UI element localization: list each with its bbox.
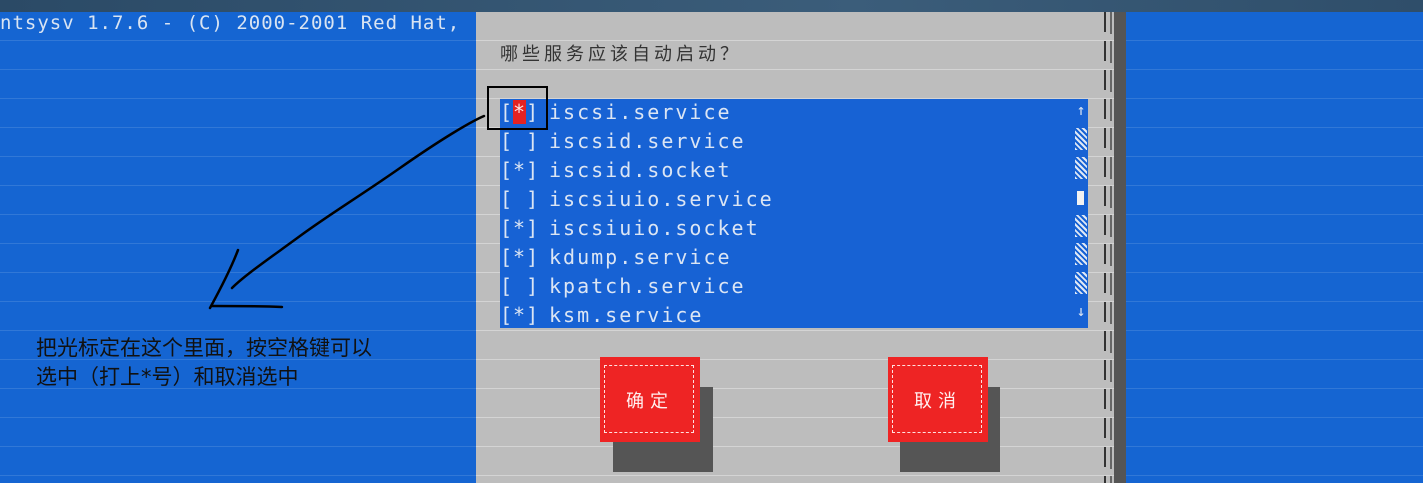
annotation-arrow-icon [208,114,486,310]
annotation-text: 把光标定在这个里面，按空格键可以 选中（打上*号）和取消选中 [36,334,436,392]
annotation-line-1: 把光标定在这个里面，按空格键可以 [36,336,372,360]
annotation-line-2: 选中（打上*号）和取消选中 [36,365,299,389]
